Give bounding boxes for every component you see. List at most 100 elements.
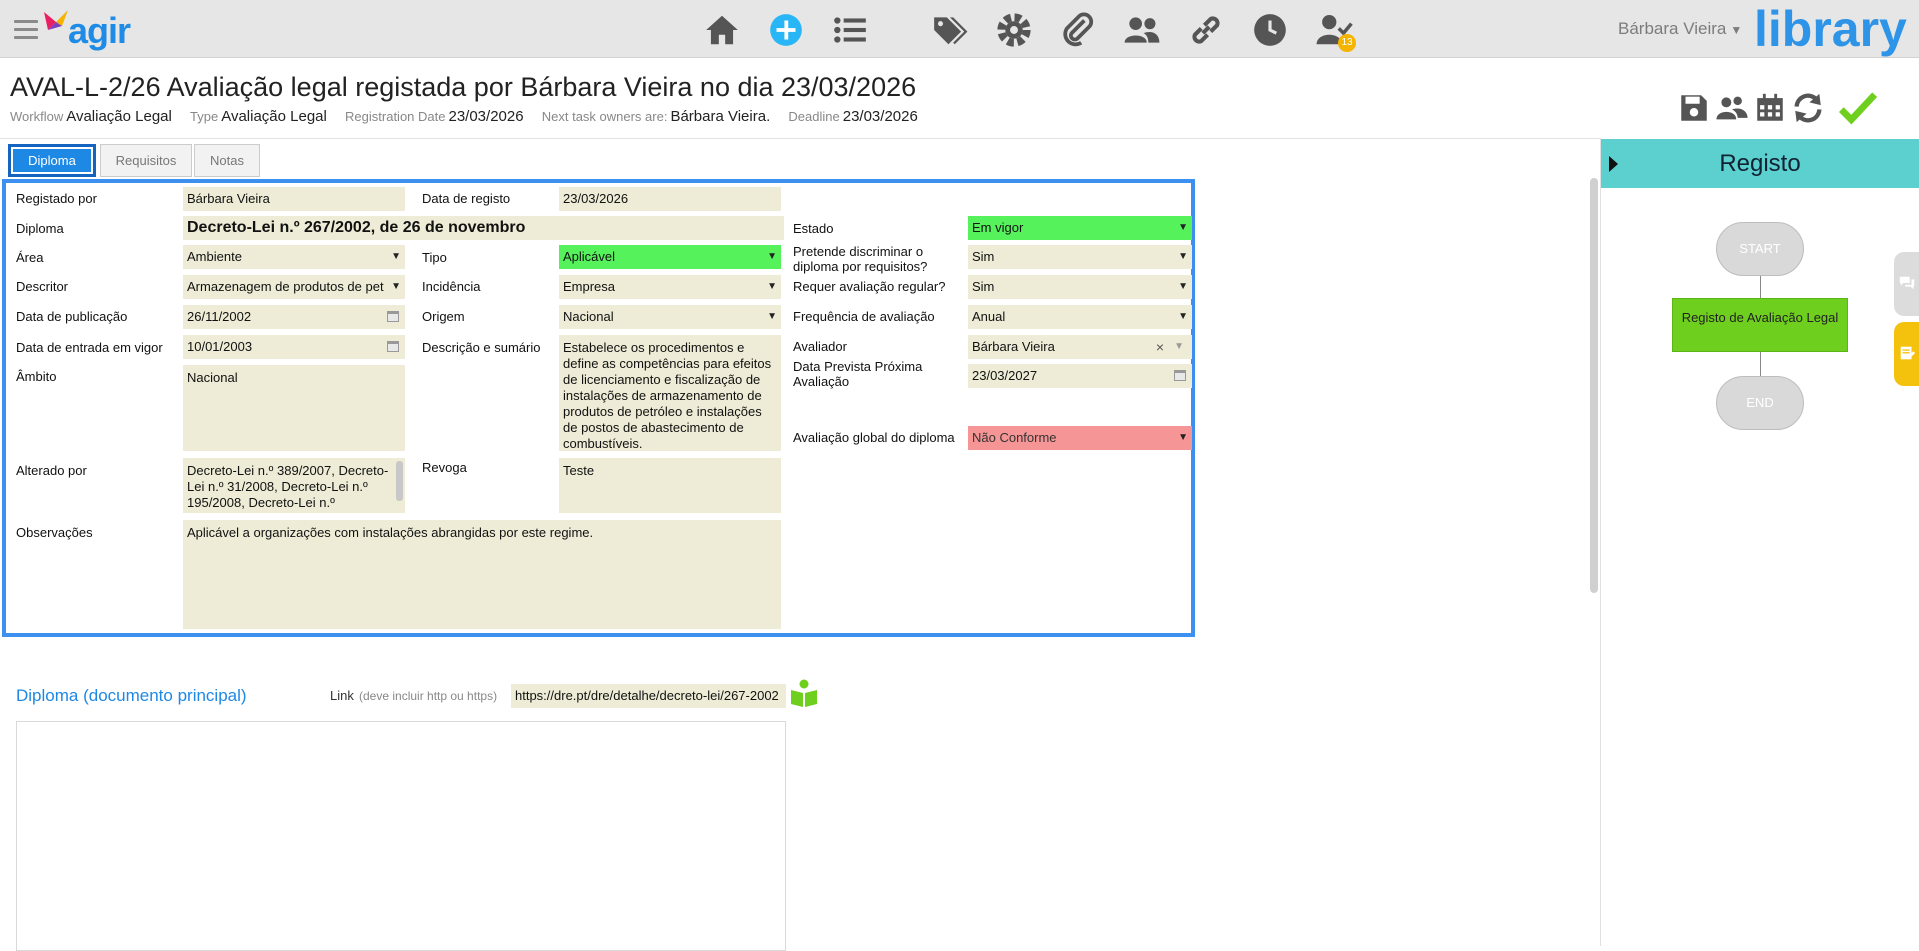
origem-select[interactable]: Nacional ▼	[559, 305, 781, 329]
settings-icon[interactable]	[992, 8, 1036, 52]
data-prevista-field[interactable]: 23/03/2027	[968, 364, 1192, 388]
data-vigor-value: 10/01/2003	[187, 339, 253, 354]
logo-text: agir	[68, 10, 131, 51]
data-registo-label: Data de registo	[422, 191, 511, 206]
workflow-connector	[1760, 352, 1761, 376]
workflow-panel-header[interactable]: Registo	[1601, 139, 1919, 188]
calendar-icon[interactable]	[387, 341, 399, 352]
data-prevista-value: 23/03/2027	[972, 368, 1038, 383]
calendar-icon[interactable]	[387, 311, 399, 322]
revoga-field[interactable]: Teste	[559, 458, 781, 513]
calendar-icon[interactable]	[1174, 370, 1186, 381]
tab-notas[interactable]: Notas	[194, 144, 260, 177]
avaliacao-global-select[interactable]: Não Conforme ▼	[968, 426, 1192, 450]
chevron-down-icon: ▼	[391, 251, 401, 262]
open-book-icon[interactable]	[790, 678, 818, 708]
user-menu[interactable]: Bárbara Vieira ▼	[1618, 19, 1742, 39]
workflow-value: Avaliação Legal	[66, 108, 172, 125]
deadline-value: 23/03/2026	[842, 108, 918, 125]
avaliador-select[interactable]: Bárbara Vieira × ▼	[968, 335, 1192, 359]
tab-requisitos[interactable]: Requisitos	[100, 144, 192, 177]
chevron-down-icon: ▼	[1178, 311, 1188, 322]
chat-icon	[1899, 276, 1915, 290]
avaliacao-global-label: Avaliação global do diploma	[793, 430, 955, 445]
alterado-por-field[interactable]: Decreto-Lei n.º 389/2007, Decreto-Lei n.…	[183, 458, 405, 513]
link-input[interactable]: https://dre.pt/dre/detalhe/decreto-lei/2…	[511, 684, 786, 708]
chat-side-tab[interactable]	[1894, 252, 1919, 316]
tags-icon[interactable]	[928, 8, 972, 52]
descricao-field[interactable]: Estabelece os procedimentos e define as …	[559, 335, 781, 451]
link-icon[interactable]	[1184, 8, 1228, 52]
user-check-icon[interactable]: 13	[1312, 8, 1356, 52]
home-icon[interactable]	[700, 8, 744, 52]
estado-select[interactable]: Em vigor ▼	[968, 216, 1192, 240]
tab-diploma[interactable]: Diploma	[8, 144, 96, 177]
avaliacao-global-value: Não Conforme	[972, 430, 1057, 445]
area-value: Ambiente	[187, 249, 242, 264]
descritor-label: Descritor	[16, 279, 69, 294]
requer-avaliacao-select[interactable]: Sim ▼	[968, 275, 1192, 299]
tipo-select[interactable]: Aplicável ▼	[559, 245, 781, 269]
add-icon[interactable]	[764, 8, 808, 52]
menu-icon[interactable]	[14, 20, 38, 40]
calendar-icon[interactable]	[1750, 88, 1790, 128]
workflow-panel-title: Registo	[1719, 150, 1801, 177]
observacoes-field[interactable]: Aplicável a organizações com instalações…	[183, 520, 781, 629]
estado-label: Estado	[793, 221, 834, 236]
owners-value: Bárbara Vieira.	[670, 108, 771, 125]
descritor-select[interactable]: Armazenagem de produtos de pet ▼	[183, 275, 405, 299]
discriminar-select[interactable]: Sim ▼	[968, 245, 1192, 269]
close-icon[interactable]: ×	[1156, 335, 1164, 359]
owners-label: Next task owners are:	[541, 109, 668, 124]
user-name: Bárbara Vieira	[1618, 19, 1727, 38]
avaliador-label: Avaliador	[793, 339, 847, 354]
discriminar-value: Sim	[972, 249, 995, 264]
incidencia-select[interactable]: Empresa ▼	[559, 275, 781, 299]
refresh-icon[interactable]	[1788, 88, 1828, 128]
record-meta: Workflow Avaliação Legal Type Avaliação Le…	[10, 108, 932, 125]
discriminar-label: Pretende discriminar o diploma por requi…	[793, 244, 928, 274]
requer-avaliacao-value: Sim	[972, 279, 995, 294]
chevron-down-icon: ▼	[1178, 251, 1188, 262]
chevron-down-icon: ▼	[389, 275, 401, 299]
requer-avaliacao-label: Requer avaliação regular?	[793, 279, 946, 294]
area-select[interactable]: Ambiente ▼	[183, 245, 405, 269]
chevron-down-icon: ▼	[767, 281, 777, 292]
document-title: Diploma (documento principal)	[16, 686, 247, 705]
main-scrollbar[interactable]	[1590, 178, 1598, 593]
clock-icon[interactable]	[1248, 8, 1292, 52]
save-icon[interactable]	[1674, 88, 1714, 128]
list-icon[interactable]	[828, 8, 872, 52]
alterado-por-value: Decreto-Lei n.º 389/2007, Decreto-Lei n.…	[187, 463, 389, 510]
tipo-value: Aplicável	[563, 249, 616, 264]
group-icon[interactable]	[1712, 88, 1752, 128]
data-vigor-field[interactable]: 10/01/2003	[183, 335, 405, 359]
descritor-value: Armazenagem de produtos de pet	[187, 279, 384, 294]
chevron-down-icon: ▼	[1178, 222, 1188, 233]
workflow-connector	[1760, 276, 1761, 298]
field-scrollbar[interactable]	[396, 461, 403, 501]
type-label: Type	[190, 109, 219, 124]
descricao-label: Descrição e sumário	[422, 340, 541, 355]
deadline-label: Deadline	[788, 109, 840, 124]
check-icon[interactable]	[1830, 88, 1886, 128]
header-divider	[0, 138, 1600, 139]
ambito-label: Âmbito	[16, 369, 57, 384]
area-label: Área	[16, 250, 44, 265]
frequencia-select[interactable]: Anual ▼	[968, 305, 1192, 329]
notes-side-tab[interactable]	[1894, 322, 1919, 386]
attachment-icon[interactable]	[1056, 8, 1100, 52]
page-title: AVAL-L-2/26 Avaliação legal registada po…	[10, 72, 917, 102]
data-publicacao-field[interactable]: 26/11/2002	[183, 305, 405, 329]
ambito-field[interactable]: Nacional	[183, 365, 405, 451]
top-bar: agir 13 Bárbara Vieira ▼ library	[0, 0, 1919, 58]
registado-por-label: Registado por	[16, 191, 97, 206]
diploma-field[interactable]: Decreto-Lei n.º 267/2002, de 26 de novem…	[183, 216, 784, 240]
workflow-task-node[interactable]: Registo de Avaliação Legal	[1672, 298, 1848, 352]
registado-por-field[interactable]: Bárbara Vieira	[183, 187, 405, 211]
data-publicacao-label: Data de publicação	[16, 309, 128, 324]
agir-logo[interactable]: agir	[42, 6, 142, 52]
data-registo-field[interactable]: 23/03/2026	[559, 187, 781, 211]
chevron-down-icon: ▼	[767, 311, 777, 322]
users-icon[interactable]	[1120, 8, 1164, 52]
